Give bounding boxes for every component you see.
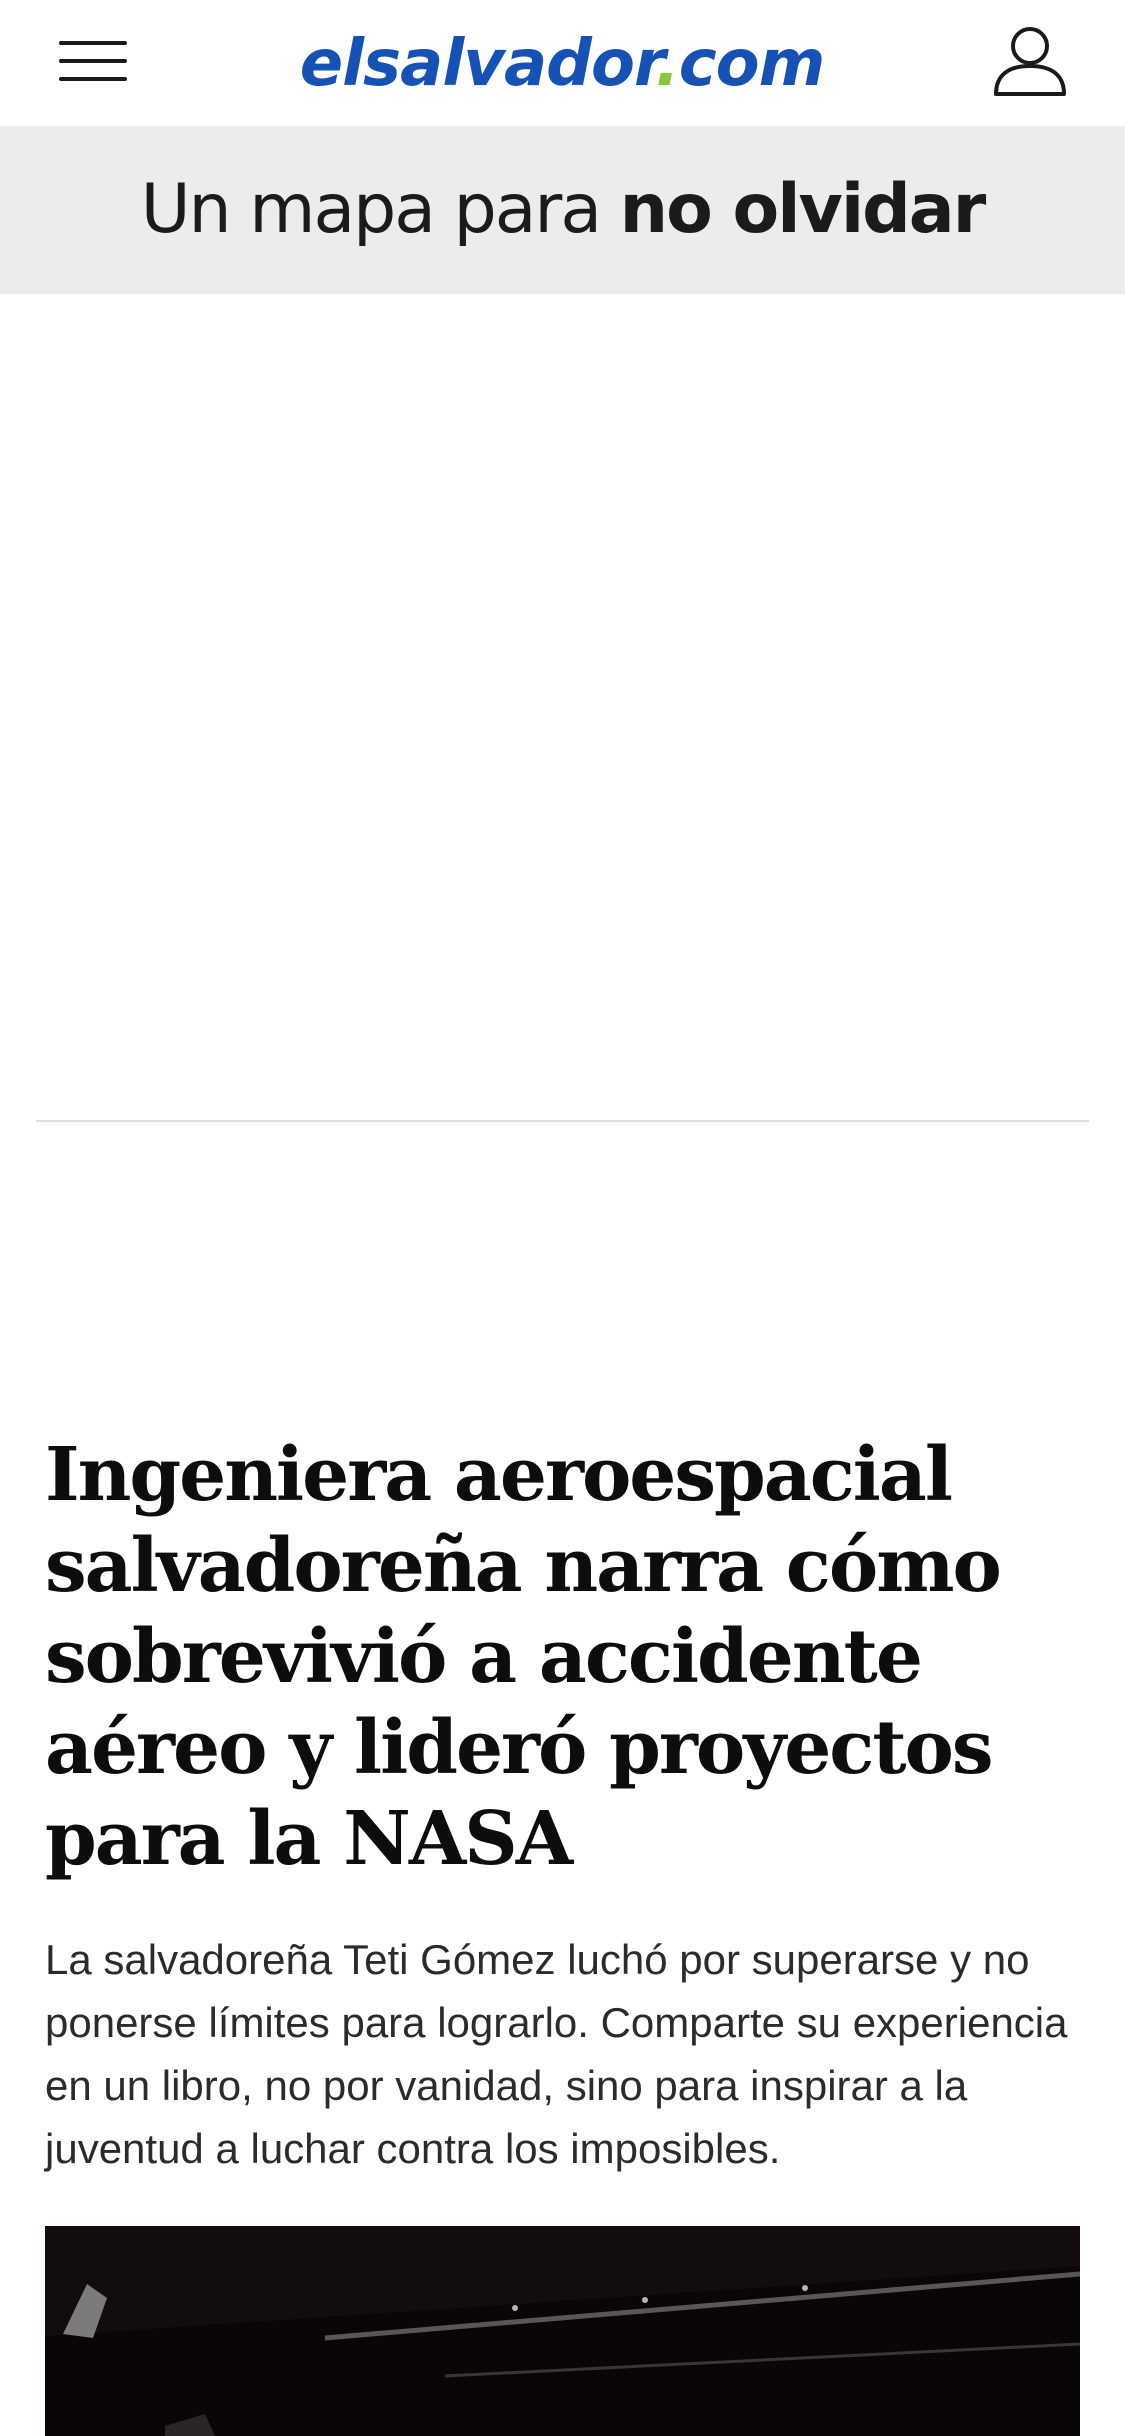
ad-space <box>0 294 1125 1120</box>
article-headline[interactable]: Ingeniera aeroespacial salvadoreña narra… <box>45 1430 1085 1885</box>
site-header: elsalvador.com <box>0 0 1125 126</box>
user-profile-icon-svg <box>994 27 1066 96</box>
section-divider <box>36 1120 1089 1122</box>
logo-text-tld: com <box>678 27 826 101</box>
menu-bar-middle <box>59 59 127 63</box>
article-summary: La salvadoreña Teti Gómez luchó por supe… <box>45 1936 1068 2172</box>
logo-text-main: elsalvador <box>299 27 657 101</box>
promo-banner-text: Un mapa para no olvidar <box>140 170 987 249</box>
hamburger-menu-icon[interactable] <box>50 30 136 94</box>
article-hero-image[interactable] <box>45 2226 1080 2436</box>
menu-bar-bottom <box>59 77 127 81</box>
user-profile-icon[interactable] <box>990 22 1070 102</box>
promo-text-bold: no olvidar <box>619 170 987 249</box>
promo-banner[interactable]: Un mapa para no olvidar <box>0 126 1125 294</box>
site-logo[interactable]: elsalvador.com <box>242 22 882 106</box>
logo-dot: . <box>655 27 679 101</box>
promo-text-regular: Un mapa para <box>140 170 620 249</box>
menu-bar-top <box>59 41 127 45</box>
hero-image-illustration <box>45 2226 1080 2436</box>
